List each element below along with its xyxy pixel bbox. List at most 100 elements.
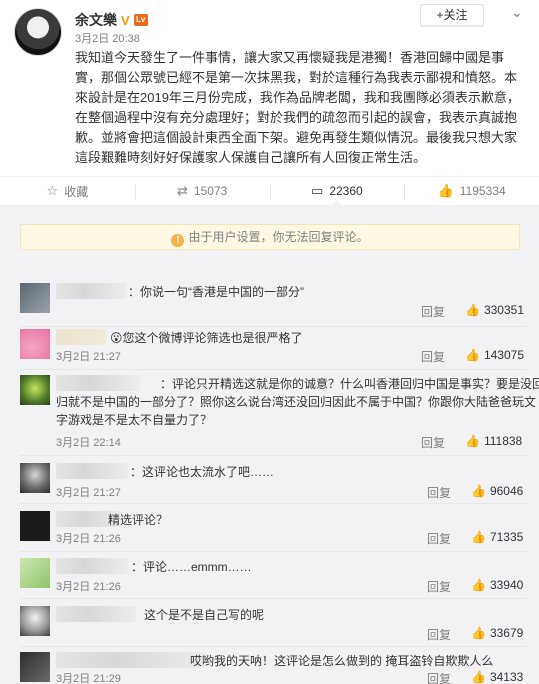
reply-button[interactable]: 回复 — [427, 626, 451, 643]
comment-item: 😮您这个微博评论筛选也是很严格了 3月2日 21:27 回复 👍 143075 — [20, 329, 527, 365]
comment-like-count: 71335 — [489, 530, 524, 544]
comment-icon: ▭ — [311, 183, 324, 198]
commenter-name-redacted[interactable] — [56, 329, 106, 345]
favorite-button[interactable]: ☆ 收藏 — [0, 177, 135, 205]
comment-item: ：这评论也太流水了吧…… 3月2日 21:27 回复 👍 96046 — [20, 463, 527, 501]
comment-like-count: 111838 — [483, 434, 523, 448]
comment-text: ：评论只开精选这就是你的诚意？什么叫香港回归中国是事实？要是没回归就不是中国的一… — [56, 377, 539, 427]
commenter-name-redacted[interactable] — [56, 283, 126, 299]
author-name[interactable]: 余文樂 — [75, 10, 117, 30]
comment-like-count: 96046 — [489, 484, 524, 498]
favorite-label: 收藏 — [64, 184, 89, 199]
star-icon: ☆ — [46, 183, 59, 198]
commenter-avatar[interactable] — [20, 652, 50, 682]
comment-time: 3月2日 21:27 — [56, 351, 121, 363]
comment-like-count: 143075 — [483, 348, 524, 362]
reply-button[interactable]: 回复 — [421, 348, 445, 365]
comment-item: 精选评论？ 3月2日 21:26 回复 👍 71335 — [20, 511, 527, 547]
divider — [20, 369, 527, 370]
comment-item: 这个是不是自己写的呢 回复 👍 33679 — [20, 606, 527, 642]
like-button[interactable]: 👍 1195334 — [404, 177, 539, 205]
comment-count: 22360 — [329, 184, 363, 198]
comment-like-button[interactable]: 👍 33679 — [471, 626, 523, 640]
comment-text: ：评论……emmm…… — [131, 560, 252, 574]
level-badge-icon: Lv — [133, 14, 148, 26]
comment-like-button[interactable]: 👍 111838 — [465, 434, 522, 448]
comment-like-button[interactable]: 👍 96046 — [471, 484, 523, 498]
comment-like-button[interactable]: 👍 33940 — [471, 578, 523, 592]
commenter-name-redacted[interactable] — [56, 606, 136, 622]
comment-button[interactable]: ▭ 22360 — [269, 177, 405, 206]
divider — [20, 646, 527, 647]
follow-button[interactable]: +关注 — [420, 4, 484, 26]
author-name-row: 余文樂 V Lv — [75, 10, 148, 30]
post-body-text: 我知道今天發生了一件事情，讓大家又再懷疑我是港獨！香港回歸中國是事實，那個公眾號… — [75, 50, 520, 165]
divider — [20, 455, 527, 456]
comment-like-count: 33679 — [489, 626, 524, 640]
like-count: 1195334 — [459, 184, 506, 198]
reply-button[interactable]: 回复 — [427, 670, 451, 684]
commenter-name-redacted[interactable] — [56, 463, 128, 479]
comment-like-count: 34133 — [489, 670, 524, 684]
comment-item: ：评论只开精选这就是你的诚意？什么叫香港回归中国是事实？要是没回归就不是中国的一… — [20, 375, 539, 453]
thumbs-up-icon: 👍 — [437, 183, 454, 198]
thumbs-up-icon: 👍 — [471, 626, 486, 640]
reply-button[interactable]: 回复 — [427, 530, 451, 547]
comment-like-count: 330351 — [483, 303, 524, 317]
thumbs-up-icon: 👍 — [465, 434, 480, 448]
divider — [20, 326, 527, 327]
divider — [20, 551, 527, 552]
reply-button[interactable]: 回复 — [427, 578, 451, 595]
post-action-bar: ☆ 收藏 ⇄ 15073 ▭ 22360 👍 1195334 — [0, 176, 539, 206]
comment-text: 精选评论？ — [108, 513, 169, 527]
verified-icon: V — [121, 12, 130, 28]
commenter-name-redacted[interactable] — [56, 558, 128, 574]
comment-text: ：你说一句“香港是中国的一部分” — [128, 285, 304, 299]
divider — [20, 598, 527, 599]
thumbs-up-icon: 👍 — [465, 303, 480, 317]
comment-time: 3月2日 21:27 — [56, 487, 121, 499]
comment-time: 3月2日 21:26 — [56, 533, 121, 545]
thumbs-up-icon: 👍 — [471, 484, 486, 498]
commenter-avatar[interactable] — [20, 606, 50, 636]
comment-text: 😮您这个微博评论筛选也是很严格了 — [110, 331, 303, 345]
chevron-down-icon[interactable]: ⌄ — [511, 4, 523, 21]
commenter-name-redacted[interactable] — [56, 652, 206, 668]
divider — [20, 503, 527, 504]
comment-item: 哎哟我的天呐！这评论是怎么做到的 掩耳盗铃自欺欺人么 3月2日 21:29 回复… — [20, 652, 527, 684]
commenter-avatar[interactable] — [20, 329, 50, 359]
repost-count: 15073 — [193, 184, 228, 198]
repost-button[interactable]: ⇄ 15073 — [134, 177, 270, 205]
weibo-post: 余文樂 V Lv +关注 ⌄ 3月2日 20:38 我知道今天發生了一件事情，讓… — [0, 0, 539, 174]
author-avatar[interactable] — [14, 8, 62, 56]
warning-icon: ! — [171, 234, 185, 247]
commenter-avatar[interactable] — [20, 511, 50, 541]
comment-item: ：你说一句“香港是中国的一部分” 回复 👍 330351 — [20, 283, 527, 323]
comment-like-button[interactable]: 👍 143075 — [465, 348, 524, 362]
comment-time: 3月2日 22:14 — [56, 437, 121, 449]
comment-like-button[interactable]: 👍 34133 — [471, 670, 523, 684]
comment-time: 3月2日 21:26 — [56, 581, 121, 593]
reply-button[interactable]: 回复 — [427, 484, 451, 501]
thumbs-up-icon: 👍 — [471, 578, 486, 592]
commenter-avatar[interactable] — [20, 283, 50, 313]
reply-disabled-notice: ! 由于用户设置，你无法回复评论。 — [20, 224, 520, 250]
comment-text: 这个是不是自己写的呢 — [144, 608, 265, 622]
comment-time: 3月2日 21:29 — [56, 673, 121, 684]
comment-text: ：这评论也太流水了吧…… — [130, 465, 275, 479]
reply-button[interactable]: 回复 — [421, 303, 445, 320]
reply-button[interactable]: 回复 — [421, 434, 445, 451]
commenter-avatar[interactable] — [20, 463, 50, 493]
post-time[interactable]: 3月2日 20:38 — [75, 30, 140, 46]
commenter-avatar[interactable] — [20, 375, 50, 405]
notice-text: 由于用户设置，你无法回复评论。 — [188, 230, 369, 244]
comment-item: ：评论……emmm…… 3月2日 21:26 回复 👍 33940 — [20, 558, 527, 594]
comment-like-count: 33940 — [489, 578, 524, 592]
commenter-avatar[interactable] — [20, 558, 50, 588]
repost-icon: ⇄ — [176, 183, 188, 198]
thumbs-up-icon: 👍 — [465, 348, 480, 362]
thumbs-up-icon: 👍 — [471, 670, 486, 684]
comment-like-button[interactable]: 👍 330351 — [465, 303, 524, 317]
comment-text: 哎哟我的天呐！这评论是怎么做到的 掩耳盗铃自欺欺人么 — [190, 654, 494, 668]
comment-like-button[interactable]: 👍 71335 — [471, 530, 523, 544]
